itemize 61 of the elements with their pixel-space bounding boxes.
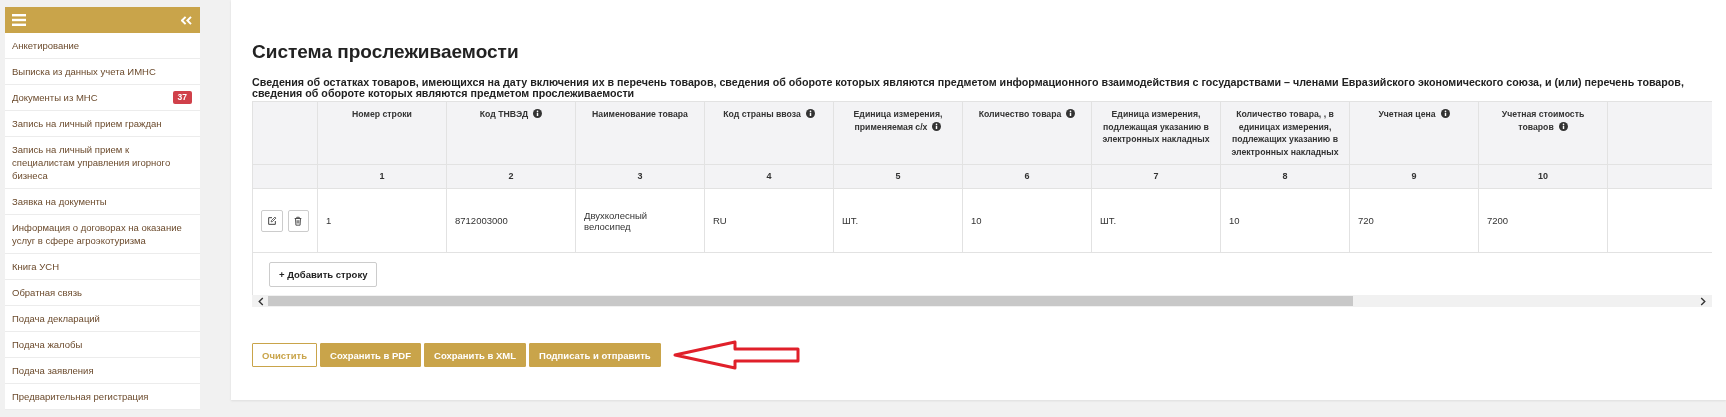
column-number: 2 — [446, 164, 576, 189]
add-row-button[interactable]: + Добавить строку — [269, 261, 378, 287]
header-cell: Количество товара — [962, 101, 1092, 165]
sidebar-item[interactable]: Выписка из данных учета ИМНС — [5, 59, 200, 85]
table-cell: 10 — [1220, 188, 1350, 253]
delete-button[interactable] — [287, 209, 309, 232]
column-number: 8 — [1220, 164, 1350, 189]
table-cell: 7200 — [1478, 188, 1608, 253]
column-number: 7 — [1091, 164, 1221, 189]
header-cell — [252, 101, 318, 165]
edit-icon — [266, 215, 277, 226]
sidebar-item[interactable]: Информация о договорах на оказание услуг в сфере агроэкотуризма — [5, 215, 200, 254]
column-number: 3 — [575, 164, 705, 189]
count-badge: 37 — [172, 91, 192, 104]
sidebar-item[interactable]: Предварительная регистрация — [5, 384, 200, 410]
sidebar-item[interactable]: Подача жалобы — [5, 332, 200, 358]
header-cell: Количество товара, , в единицах измерения, подлежащих указанию в электронных накладных — [1220, 101, 1350, 165]
sidebar-item[interactable]: Заявка на документы — [5, 189, 200, 215]
scroll-left-icon[interactable] — [258, 296, 264, 306]
header-cell: Учетная цена — [1349, 101, 1479, 165]
column-number: 5 — [833, 164, 963, 189]
info-icon[interactable] — [932, 121, 942, 131]
sidebar-item[interactable]: Книга УСН — [5, 254, 200, 280]
table-cell: ШТ. — [1091, 188, 1221, 253]
sidebar-item[interactable]: Документы из МНС 37 — [5, 85, 200, 111]
page-title: Система прослеживаемости — [252, 41, 520, 63]
header-cell: Наименование товара — [575, 101, 705, 165]
info-icon[interactable] — [533, 109, 543, 118]
header-cell: Единица измерения, подлежащая указанию в электронных накладных — [1091, 101, 1221, 165]
table-cell: ШТ. — [833, 188, 963, 253]
column-number: 10 — [1478, 164, 1608, 189]
sidebar-item[interactable]: Обратная связь — [5, 280, 200, 306]
table-cell: RU — [704, 188, 834, 253]
info-icon[interactable] — [1558, 121, 1568, 131]
sidebar-item[interactable]: Запись на личный прием граждан — [5, 111, 200, 137]
header-cell: Учетная стоимость товаров — [1478, 101, 1608, 165]
table-cell: 10 — [962, 188, 1092, 253]
header-cell: Номер строки — [317, 101, 447, 165]
header-cell: Код страны ввоза — [704, 101, 834, 165]
column-number: 6 — [962, 164, 1092, 189]
sidebar-item[interactable]: Подача заявления — [5, 358, 200, 384]
description-text: Сведения об остатках товаров, имеющихся на дату включения их в перечень товаров, сведения об обороте которых являются предметом информационного взаимодействия с государствами – членами Евразийского экономического союза, и (или) перечень товаров, сведения об обороте которых являются предметом прослеживаемости — [252, 77, 1685, 99]
sidebar-item[interactable]: Подача деклараций — [5, 306, 200, 332]
column-number: 9 — [1349, 164, 1479, 189]
info-icon[interactable] — [805, 109, 815, 118]
table-cell: 8712003000 — [446, 188, 576, 253]
column-number: 1 — [317, 164, 447, 189]
table-cell: 1 — [317, 188, 447, 253]
info-icon[interactable] — [1066, 109, 1076, 118]
edit-button[interactable] — [261, 209, 283, 232]
header-cell: Код ТНВЭД — [446, 101, 576, 165]
header-cell: Единица измерения, применяемая с/х — [833, 101, 963, 165]
horizontal-scrollbar[interactable] — [252, 295, 1712, 307]
table-cell: 720 — [1349, 188, 1479, 253]
sidebar-item[interactable]: Анкетирование — [5, 33, 200, 59]
column-number: 4 — [704, 164, 834, 189]
sidebar-item[interactable]: Запись на личный прием к специалистам управления игорного бизнеса — [5, 137, 200, 189]
scroll-right-icon[interactable] — [1700, 296, 1706, 306]
table-cell: Двухколесный велосипед — [575, 188, 705, 253]
info-icon[interactable] — [1440, 109, 1450, 118]
trash-icon — [293, 215, 304, 226]
